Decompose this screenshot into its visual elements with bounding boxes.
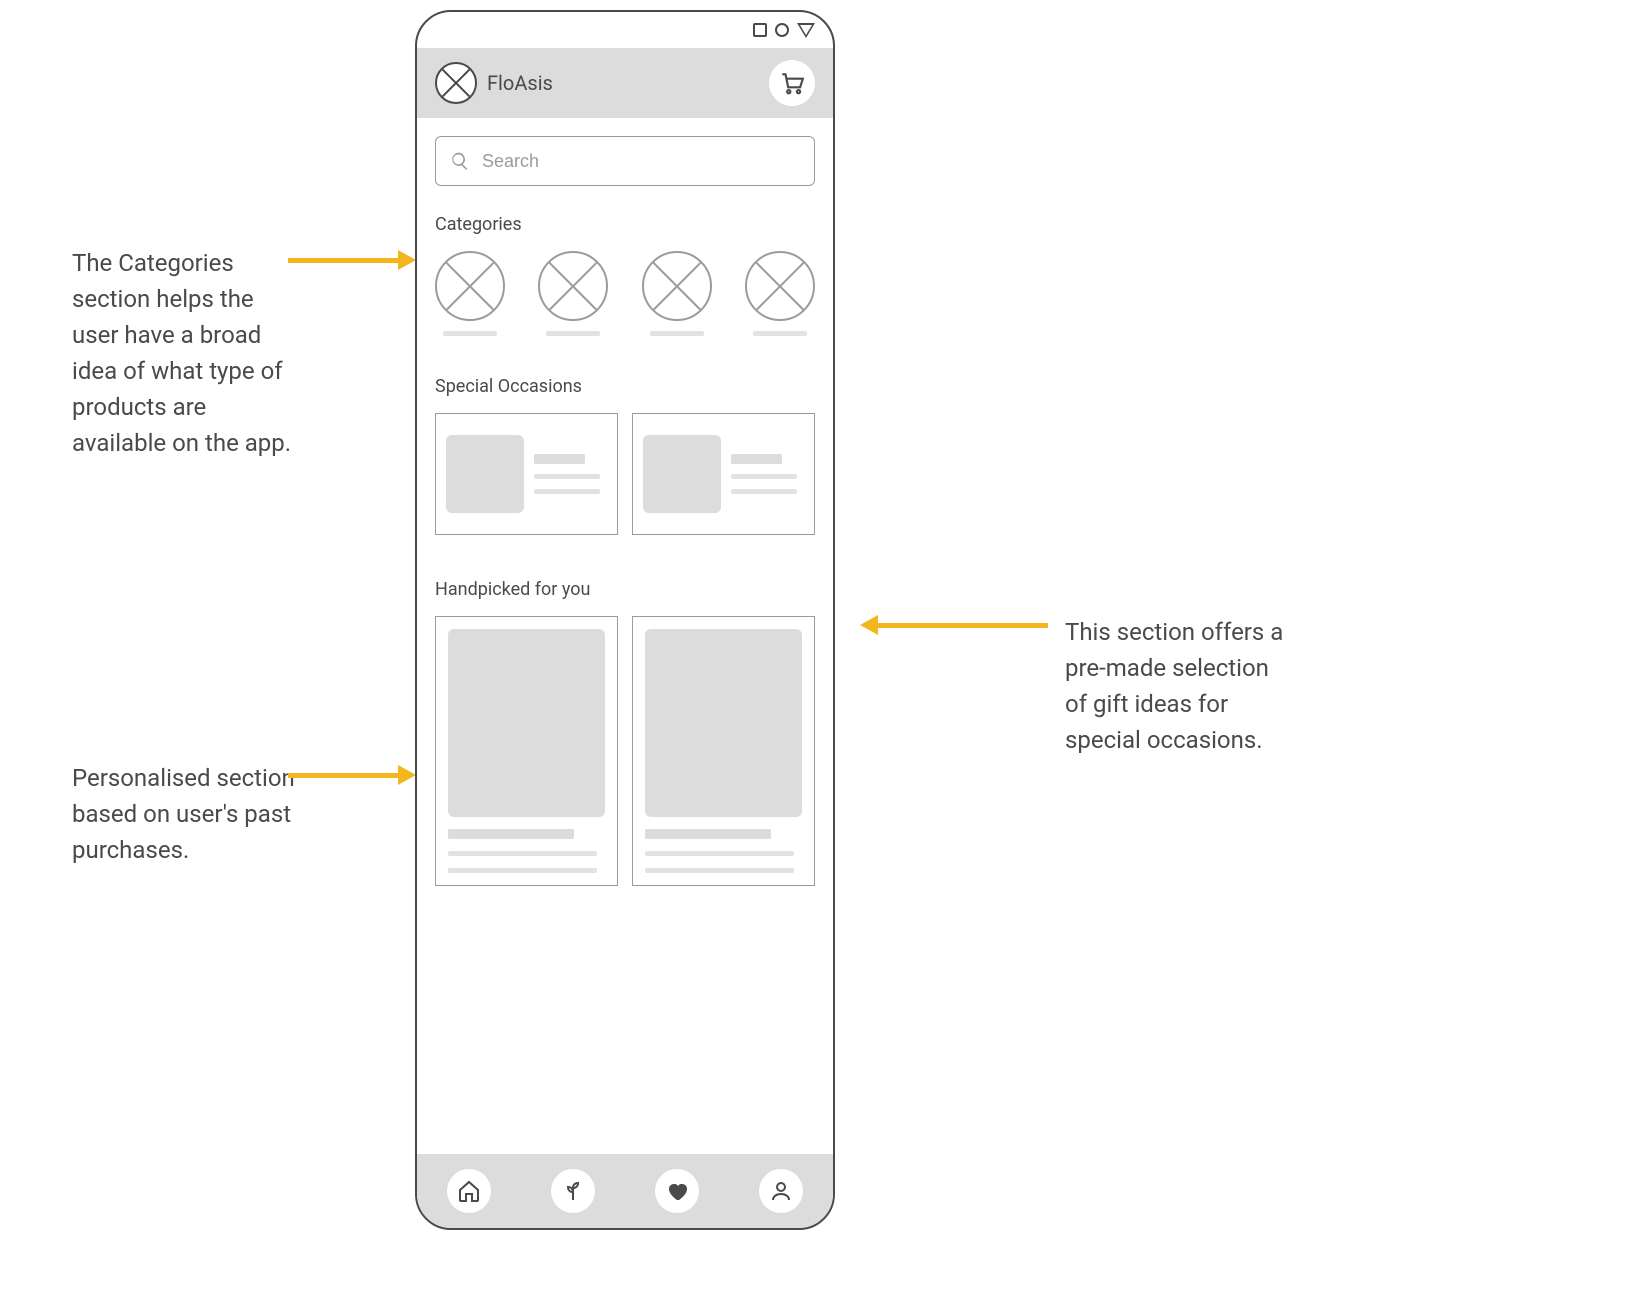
handpicked-row xyxy=(435,616,815,886)
status-triangle-icon xyxy=(797,23,815,38)
special-row xyxy=(435,413,815,535)
text-skeleton xyxy=(731,424,804,524)
categories-heading: Categories xyxy=(435,214,815,235)
status-square-icon xyxy=(753,23,767,37)
app-name: FloAsis xyxy=(487,71,553,95)
product-card[interactable] xyxy=(632,616,815,886)
categories-row xyxy=(435,251,815,336)
nav-profile-button[interactable] xyxy=(759,1169,803,1213)
brand[interactable]: FloAsis xyxy=(435,62,553,104)
special-heading: Special Occasions xyxy=(435,376,815,397)
skeleton-line xyxy=(534,454,585,464)
category-image-placeholder-icon xyxy=(745,251,815,321)
skeleton-line xyxy=(645,851,794,856)
search-icon xyxy=(450,151,470,171)
nav-plant-button[interactable] xyxy=(551,1169,595,1213)
sprout-icon xyxy=(561,1179,585,1203)
category-item[interactable] xyxy=(538,251,608,336)
skeleton-line xyxy=(645,868,794,873)
cart-button[interactable] xyxy=(769,60,815,106)
skeleton-line xyxy=(448,829,574,839)
home-icon xyxy=(457,1179,481,1203)
annotation-special: This section offers a pre-made selection… xyxy=(1065,614,1295,758)
skeleton-line xyxy=(753,331,807,336)
cart-icon xyxy=(779,70,805,96)
category-image-placeholder-icon xyxy=(435,251,505,321)
handpicked-heading: Handpicked for you xyxy=(435,579,815,600)
status-bar xyxy=(417,12,833,48)
image-placeholder xyxy=(448,629,605,817)
text-skeleton xyxy=(534,424,607,524)
image-placeholder xyxy=(643,435,721,513)
skeleton-line xyxy=(650,331,704,336)
search-input[interactable] xyxy=(482,151,800,172)
annotation-handpicked: Personalised section based on user's pas… xyxy=(72,760,302,868)
skeleton-line xyxy=(731,474,797,479)
heart-icon xyxy=(665,1179,689,1203)
skeleton-line xyxy=(731,489,797,494)
nav-home-button[interactable] xyxy=(447,1169,491,1213)
annotation-categories: The Categories section helps the user ha… xyxy=(72,245,302,461)
user-icon xyxy=(769,1179,793,1203)
phone-frame: FloAsis Categories Special Occasions xyxy=(415,10,835,1230)
skeleton-line xyxy=(443,331,497,336)
skeleton-line xyxy=(645,829,771,839)
category-image-placeholder-icon xyxy=(538,251,608,321)
skeleton-line xyxy=(448,851,597,856)
bottom-nav xyxy=(417,1154,833,1228)
skeleton-line xyxy=(546,331,600,336)
skeleton-line xyxy=(731,454,782,464)
search-bar[interactable] xyxy=(435,136,815,186)
main-content: Categories Special Occasions xyxy=(417,118,833,1154)
skeleton-line xyxy=(534,489,600,494)
image-placeholder xyxy=(645,629,802,817)
logo-placeholder-icon xyxy=(435,62,477,104)
product-card[interactable] xyxy=(435,616,618,886)
status-circle-icon xyxy=(775,23,789,37)
nav-favorites-button[interactable] xyxy=(655,1169,699,1213)
category-item[interactable] xyxy=(642,251,712,336)
category-item[interactable] xyxy=(435,251,505,336)
category-item[interactable] xyxy=(745,251,815,336)
skeleton-line xyxy=(534,474,600,479)
skeleton-line xyxy=(448,868,597,873)
image-placeholder xyxy=(446,435,524,513)
app-header: FloAsis xyxy=(417,48,833,118)
special-card[interactable] xyxy=(435,413,618,535)
category-image-placeholder-icon xyxy=(642,251,712,321)
special-card[interactable] xyxy=(632,413,815,535)
